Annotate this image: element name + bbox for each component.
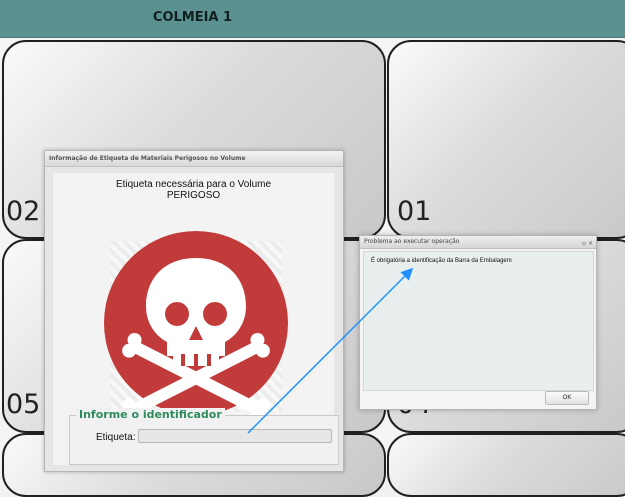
slot-number: 05	[6, 389, 41, 420]
error-dialog: Problema ao executar operação ▫ × É obri…	[359, 235, 597, 410]
error-message: É obrigatória a identificação da Barra d…	[371, 258, 512, 264]
header-bar: COLMEIA 1	[0, 0, 625, 38]
label-input[interactable]	[138, 429, 332, 443]
slot-bottom-right[interactable]	[387, 433, 625, 497]
identifier-legend: Informe o identificador	[76, 408, 225, 421]
hazard-label-dialog: Informação de Etiqueta de Materiais Peri…	[44, 150, 344, 472]
hazard-message: Etiqueta necessária para o Volume PERIGO…	[53, 179, 334, 201]
window-buttons[interactable]: ▫ ×	[582, 238, 593, 250]
skull-crossbones-icon	[104, 231, 288, 418]
error-dialog-body: É obrigatória a identificação da Barra d…	[363, 251, 594, 391]
hazard-dialog-title[interactable]: Informação de Etiqueta de Materiais Peri…	[45, 151, 343, 167]
hazard-message-line1: Etiqueta necessária para o Volume	[115, 179, 272, 190]
error-dialog-title: Problema ao executar operação	[364, 238, 460, 245]
slot-number: 01	[397, 196, 432, 227]
ok-button[interactable]: OK	[545, 391, 589, 405]
slot-01[interactable]: 01	[387, 40, 625, 239]
hazard-dialog-body: Etiqueta necessária para o Volume PERIGO…	[53, 173, 339, 465]
identifier-group: Informe o identificador Etiqueta:	[69, 408, 339, 465]
error-dialog-titlebar[interactable]: Problema ao executar operação ▫ ×	[360, 236, 596, 249]
hazard-message-line2: PERIGOSO	[166, 190, 221, 201]
label-field-label: Etiqueta:	[96, 432, 136, 443]
page-title: COLMEIA 1	[152, 10, 233, 25]
slot-number: 02	[6, 196, 41, 227]
